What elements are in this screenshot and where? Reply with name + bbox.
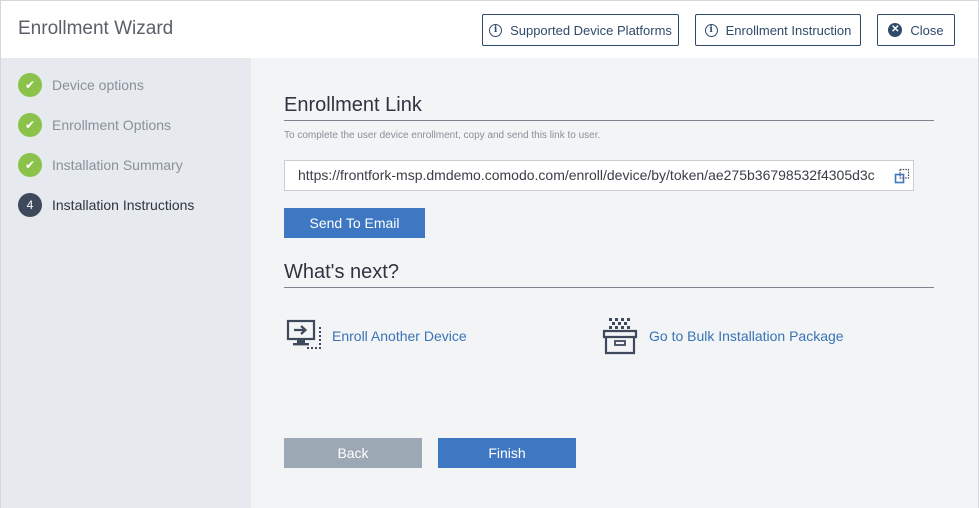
step-label: Device options bbox=[52, 77, 144, 93]
dialog-header: Enrollment Wizard i Supported Device Pla… bbox=[1, 1, 978, 58]
enrollment-instruction-label: Enrollment Instruction bbox=[725, 22, 852, 38]
checkmark-icon: ✔ bbox=[18, 153, 42, 177]
bulk-installation-package-label: Go to Bulk Installation Package bbox=[649, 328, 844, 344]
back-button[interactable]: Back bbox=[284, 438, 422, 468]
section-divider bbox=[284, 287, 934, 288]
finish-button[interactable]: Finish bbox=[438, 438, 576, 468]
info-icon: i bbox=[489, 23, 503, 37]
dialog-title: Enrollment Wizard bbox=[18, 18, 174, 39]
step-label: Installation Instructions bbox=[52, 197, 195, 213]
bulk-installation-package-link[interactable]: Go to Bulk Installation Package bbox=[601, 316, 844, 356]
enrollment-link-field[interactable]: https://frontfork-msp.dmdemo.comodo.com/… bbox=[284, 160, 914, 191]
wizard-steps-sidebar: ✔ Device options ✔ Enrollment Options ✔ … bbox=[1, 58, 251, 508]
whats-next-heading: What's next? bbox=[284, 261, 399, 283]
step-label: Enrollment Options bbox=[52, 117, 172, 133]
package-box-icon bbox=[602, 318, 638, 355]
info-icon: i bbox=[704, 23, 718, 37]
enrollment-instruction-button[interactable]: i Enrollment Instruction bbox=[695, 14, 861, 46]
enrollment-link-hint: To complete the user device enrollment, … bbox=[284, 130, 601, 141]
section-divider bbox=[284, 120, 934, 121]
close-icon: ✕ bbox=[888, 23, 903, 37]
enrollment-link-heading: Enrollment Link bbox=[284, 94, 422, 116]
step-device-options[interactable]: ✔ Device options bbox=[18, 73, 144, 97]
step-number-badge: 4 bbox=[18, 193, 42, 217]
step-installation-instructions[interactable]: 4 Installation Instructions bbox=[18, 193, 194, 217]
checkmark-icon: ✔ bbox=[18, 73, 42, 97]
send-to-email-button[interactable]: Send To Email bbox=[284, 208, 425, 238]
main-content: Enrollment Link To complete the user dev… bbox=[251, 58, 978, 508]
step-label: Installation Summary bbox=[52, 157, 183, 173]
close-button[interactable]: ✕ Close bbox=[877, 14, 955, 46]
close-label: Close bbox=[910, 22, 944, 38]
supported-device-platforms-button[interactable]: i Supported Device Platforms bbox=[482, 14, 679, 46]
monitor-arrow-icon bbox=[286, 319, 321, 349]
enroll-another-device-label: Enroll Another Device bbox=[332, 328, 467, 344]
enroll-another-device-link[interactable]: Enroll Another Device bbox=[286, 316, 467, 356]
step-enrollment-options[interactable]: ✔ Enrollment Options bbox=[18, 113, 171, 137]
copy-icon[interactable] bbox=[894, 168, 910, 184]
enrollment-wizard-dialog: Enrollment Wizard i Supported Device Pla… bbox=[0, 0, 979, 508]
supported-device-platforms-label: Supported Device Platforms bbox=[510, 22, 672, 38]
step-installation-summary[interactable]: ✔ Installation Summary bbox=[18, 153, 183, 177]
checkmark-icon: ✔ bbox=[18, 113, 42, 137]
